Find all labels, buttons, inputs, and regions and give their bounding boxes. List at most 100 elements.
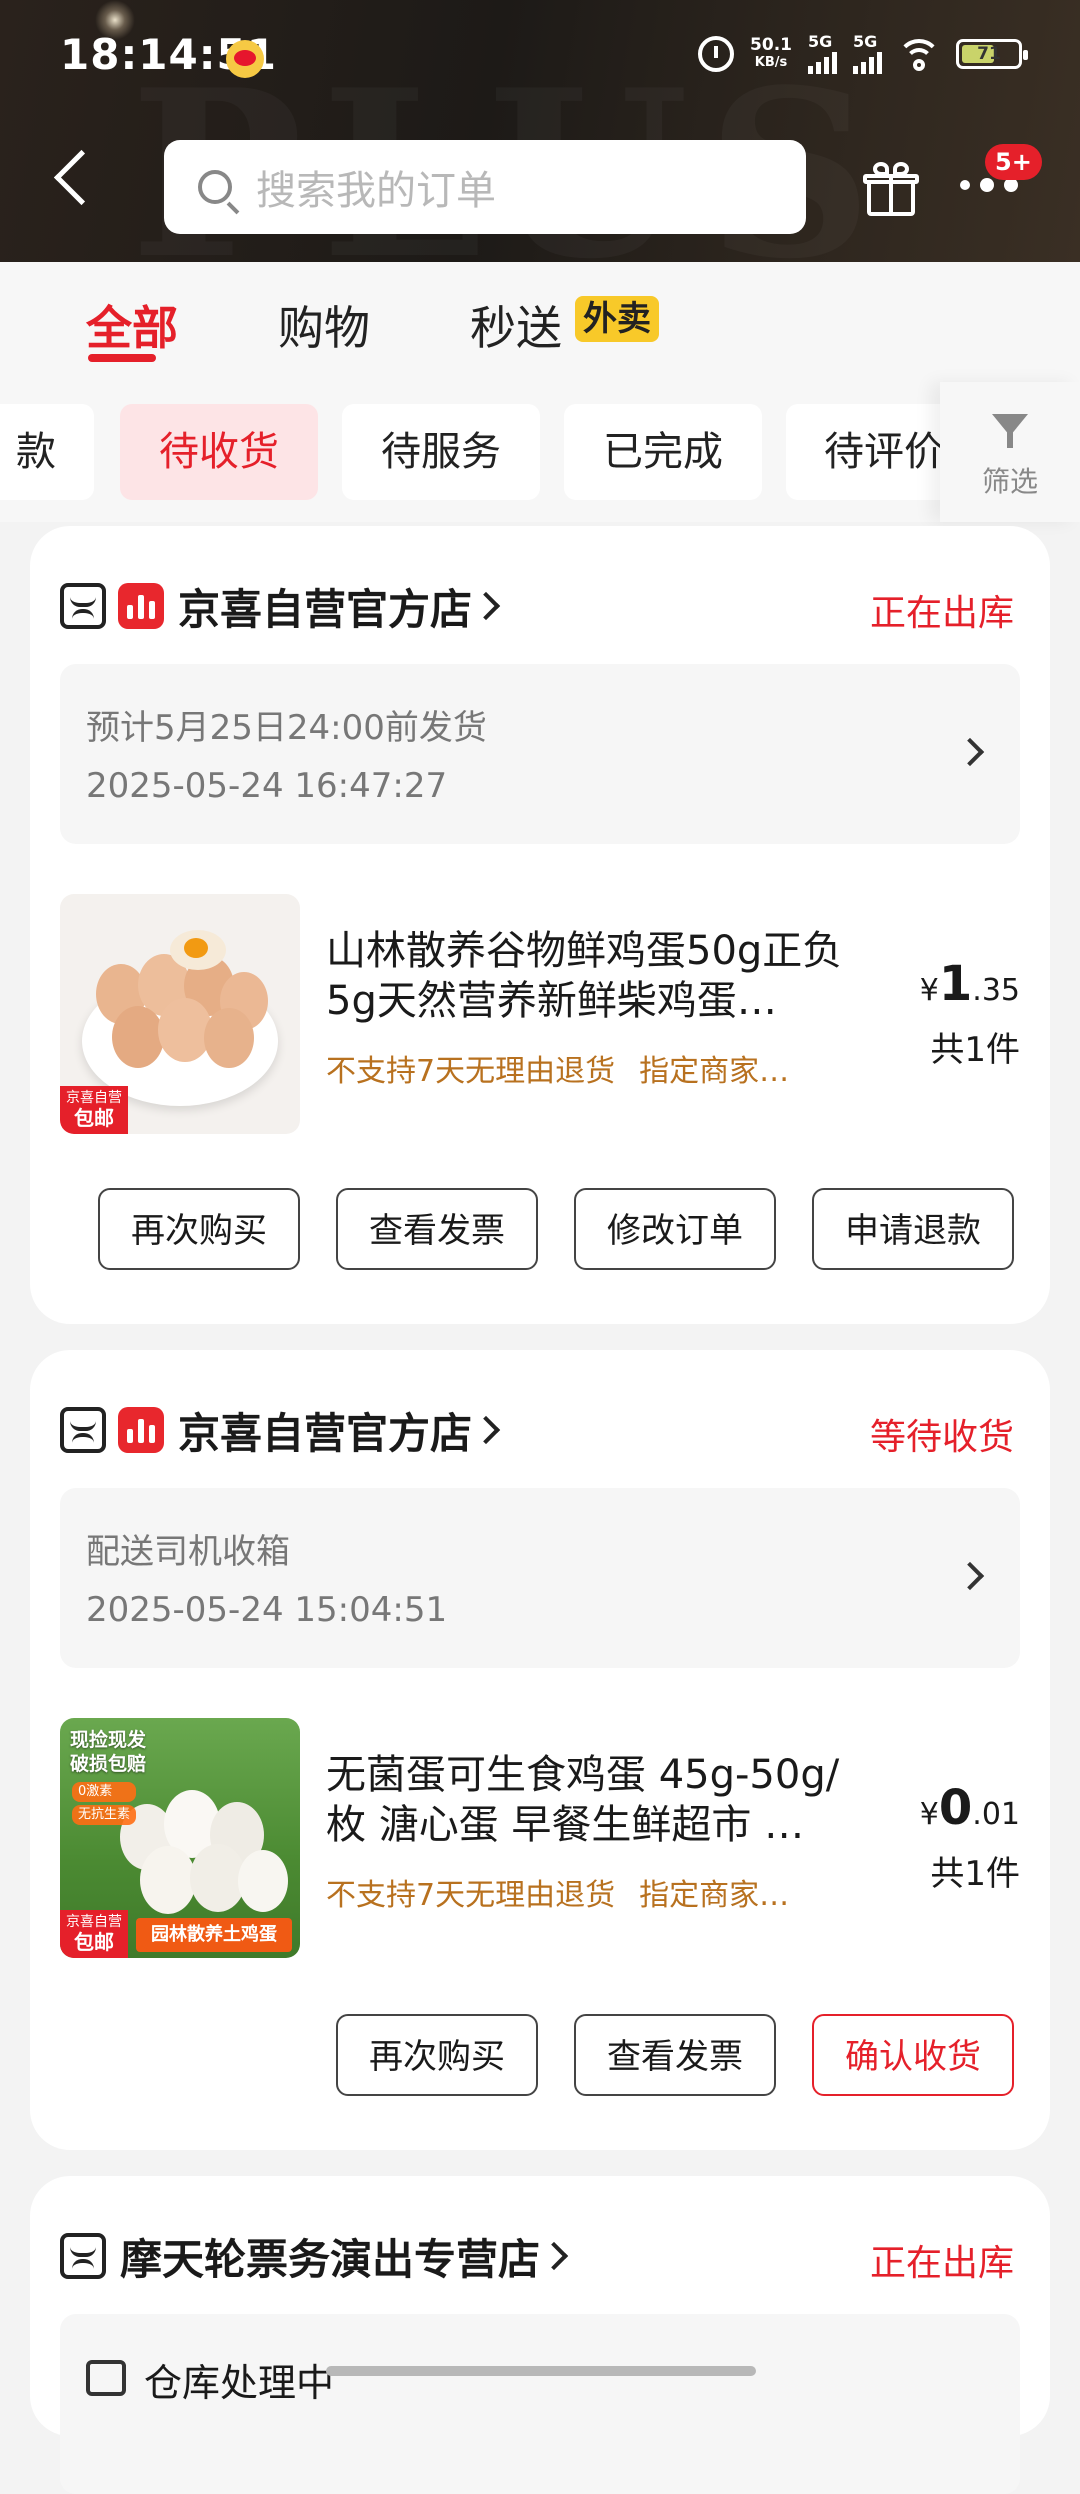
view-invoice-button[interactable]: 查看发票 xyxy=(574,2014,776,2096)
store-link[interactable]: 京喜自营官方店 xyxy=(60,576,501,636)
shop-icon xyxy=(60,583,106,629)
image-text-no-antibiotic: 无抗生素 xyxy=(72,1805,137,1825)
logistics-info[interactable]: 配送司机收箱 2025-05-24 15:04:51 xyxy=(60,1488,1020,1668)
takeout-tag: 外卖 xyxy=(575,296,659,342)
header: PLUS 18:14:51 50.1 KB/s 5G 5G xyxy=(0,0,1080,262)
logistics-text: 仓库处理中 xyxy=(144,2361,335,2405)
modify-order-button[interactable]: 修改订单 xyxy=(574,1188,776,1270)
search-input[interactable]: 搜索我的订单 xyxy=(164,140,806,234)
store-name: 京喜自营官方店 xyxy=(178,584,473,634)
filter-button[interactable]: 筛选 xyxy=(940,382,1080,522)
logistics-text: 配送司机收箱 xyxy=(86,1532,290,1572)
view-invoice-button[interactable]: 查看发票 xyxy=(336,1188,538,1270)
order-card[interactable]: 京喜自营官方店 等待收货 配送司机收箱 2025-05-24 15:04:51 … xyxy=(30,1350,1050,2150)
tag-no-return: 不支持7天无理由退货 xyxy=(326,1054,616,1089)
logistics-time: 2025-05-24 15:04:51 xyxy=(86,1590,448,1630)
chevron-right-icon xyxy=(955,1561,985,1591)
chevron-right-icon xyxy=(539,2241,569,2271)
order-status: 等待收货 xyxy=(869,1417,1014,1458)
search-placeholder: 搜索我的订单 xyxy=(256,168,496,214)
signal-2: 5G xyxy=(853,34,882,74)
message-badge: 5+ xyxy=(985,144,1042,180)
signal-1-label: 5G xyxy=(808,32,833,51)
order-card[interactable]: 摩天轮票务演出专营店 正在出库 仓库处理中 xyxy=(30,2176,1050,2494)
logistics-text: 预计5月25日24:00前发货 xyxy=(86,708,487,748)
search-icon xyxy=(198,170,232,204)
request-refund-button[interactable]: 申请退款 xyxy=(812,1188,1014,1270)
buy-again-button[interactable]: 再次购买 xyxy=(98,1188,300,1270)
price-symbol: ¥ xyxy=(919,973,939,1008)
battery-level: 71 xyxy=(977,44,1001,64)
tag-merchant: 指定商家… xyxy=(639,1054,790,1089)
gift-icon[interactable] xyxy=(863,162,919,216)
tab-shopping[interactable]: 购物 xyxy=(278,292,370,358)
chip-completed[interactable]: 已完成 xyxy=(564,404,762,500)
buy-again-button[interactable]: 再次购买 xyxy=(336,2014,538,2096)
free-shipping-badge: 京喜自营 包邮 xyxy=(60,1910,128,1958)
net-speed: 50.1 KB/s xyxy=(750,36,792,72)
chip-pending-service[interactable]: 待服务 xyxy=(342,404,540,500)
signal-bars-icon xyxy=(853,52,882,74)
signal-bars-icon xyxy=(808,52,837,74)
chevron-right-icon xyxy=(471,591,501,621)
main-tabs: 全部 购物 秒送 外卖 xyxy=(0,262,1080,382)
store-link[interactable]: 摩天轮票务演出专营店 xyxy=(60,2226,569,2286)
image-banner: 园林散养土鸡蛋 xyxy=(136,1918,292,1952)
chip-refund[interactable]: 款 xyxy=(0,404,94,500)
logistics-info[interactable]: 仓库处理中 xyxy=(60,2314,1020,2494)
battery-icon: 71 xyxy=(956,39,1028,69)
price-symbol: ¥ xyxy=(919,1797,939,1832)
home-indicator[interactable] xyxy=(326,2366,756,2376)
filter-label: 筛选 xyxy=(981,465,1038,498)
tab-instant-delivery[interactable]: 秒送 xyxy=(470,292,562,358)
shop-icon xyxy=(60,1407,106,1453)
store-name: 京喜自营官方店 xyxy=(178,1408,473,1458)
jingxi-logo-icon xyxy=(118,583,164,629)
net-speed-unit: KB/s xyxy=(754,55,788,70)
image-text-damage-cover: 破损包赔 xyxy=(70,1753,147,1775)
logistics-time: 2025-05-24 16:47:27 xyxy=(86,766,448,806)
signal-1: 5G xyxy=(808,34,837,74)
product-image[interactable]: 现捡现发 破损包赔 0激素 无抗生素 园林散养土鸡蛋 京喜自营 包邮 xyxy=(60,1718,300,1958)
jingxi-logo-icon xyxy=(118,1407,164,1453)
logistics-info[interactable]: 预计5月25日24:00前发货 2025-05-24 16:47:27 xyxy=(60,664,1020,844)
product-title[interactable]: 山林散养谷物鲜鸡蛋50g正负5g天然营养新鲜柴鸡蛋… xyxy=(326,926,866,1026)
tag-no-return: 不支持7天无理由退货 xyxy=(326,1878,616,1913)
price-integer: 0 xyxy=(938,1780,973,1836)
chevron-right-icon xyxy=(471,1415,501,1445)
store-link[interactable]: 京喜自营官方店 xyxy=(60,1400,501,1460)
item-count: 共1件 xyxy=(930,1030,1020,1070)
free-shipping-badge: 京喜自营 包邮 xyxy=(60,1086,128,1134)
confirm-receipt-button[interactable]: 确认收货 xyxy=(812,2014,1014,2096)
order-actions: 再次购买 查看发票 确认收货 xyxy=(336,2014,1014,2096)
product-image[interactable]: 京喜自营 包邮 xyxy=(60,894,300,1134)
chip-pending-receipt[interactable]: 待收货 xyxy=(120,404,318,500)
signal-2-label: 5G xyxy=(853,32,878,51)
tag-merchant: 指定商家… xyxy=(639,1878,790,1913)
order-actions: 再次购买 查看发票 修改订单 申请退款 xyxy=(98,1188,1014,1270)
more-icon[interactable] xyxy=(960,178,1018,192)
alarm-icon xyxy=(698,36,735,72)
price-decimal: .01 xyxy=(972,1797,1020,1832)
chevron-right-icon xyxy=(955,737,985,767)
status-icons: 50.1 KB/s 5G 5G 71 xyxy=(698,34,1028,74)
item-count: 共1件 xyxy=(930,1854,1020,1894)
order-card[interactable]: 京喜自营官方店 正在出库 预计5月25日24:00前发货 2025-05-24 … xyxy=(30,526,1050,1324)
image-text-fast-ship: 现捡现发 xyxy=(70,1729,147,1751)
shop-icon xyxy=(60,2233,106,2279)
price-integer: 1 xyxy=(938,956,973,1012)
product-title[interactable]: 无菌蛋可生食鸡蛋 45g-50g/枚 溏心蛋 早餐生鲜超市 … xyxy=(326,1750,866,1850)
price: ¥1.35 xyxy=(920,956,1020,1012)
badge-top-text: 京喜自营 xyxy=(66,1090,122,1106)
price: ¥0.01 xyxy=(920,1780,1020,1836)
warehouse-icon xyxy=(86,2360,126,2396)
tab-active-indicator xyxy=(88,354,156,362)
store-name: 摩天轮票务演出专营店 xyxy=(120,2234,541,2284)
weibo-icon xyxy=(226,40,264,78)
tab-all[interactable]: 全部 xyxy=(86,292,178,358)
back-icon[interactable] xyxy=(53,149,110,206)
product-tags: 不支持7天无理由退货 指定商家… xyxy=(326,1870,789,1914)
net-speed-value: 50.1 xyxy=(750,35,792,55)
badge-bottom-text: 包邮 xyxy=(74,1106,114,1130)
product-tags: 不支持7天无理由退货 指定商家… xyxy=(326,1046,789,1090)
